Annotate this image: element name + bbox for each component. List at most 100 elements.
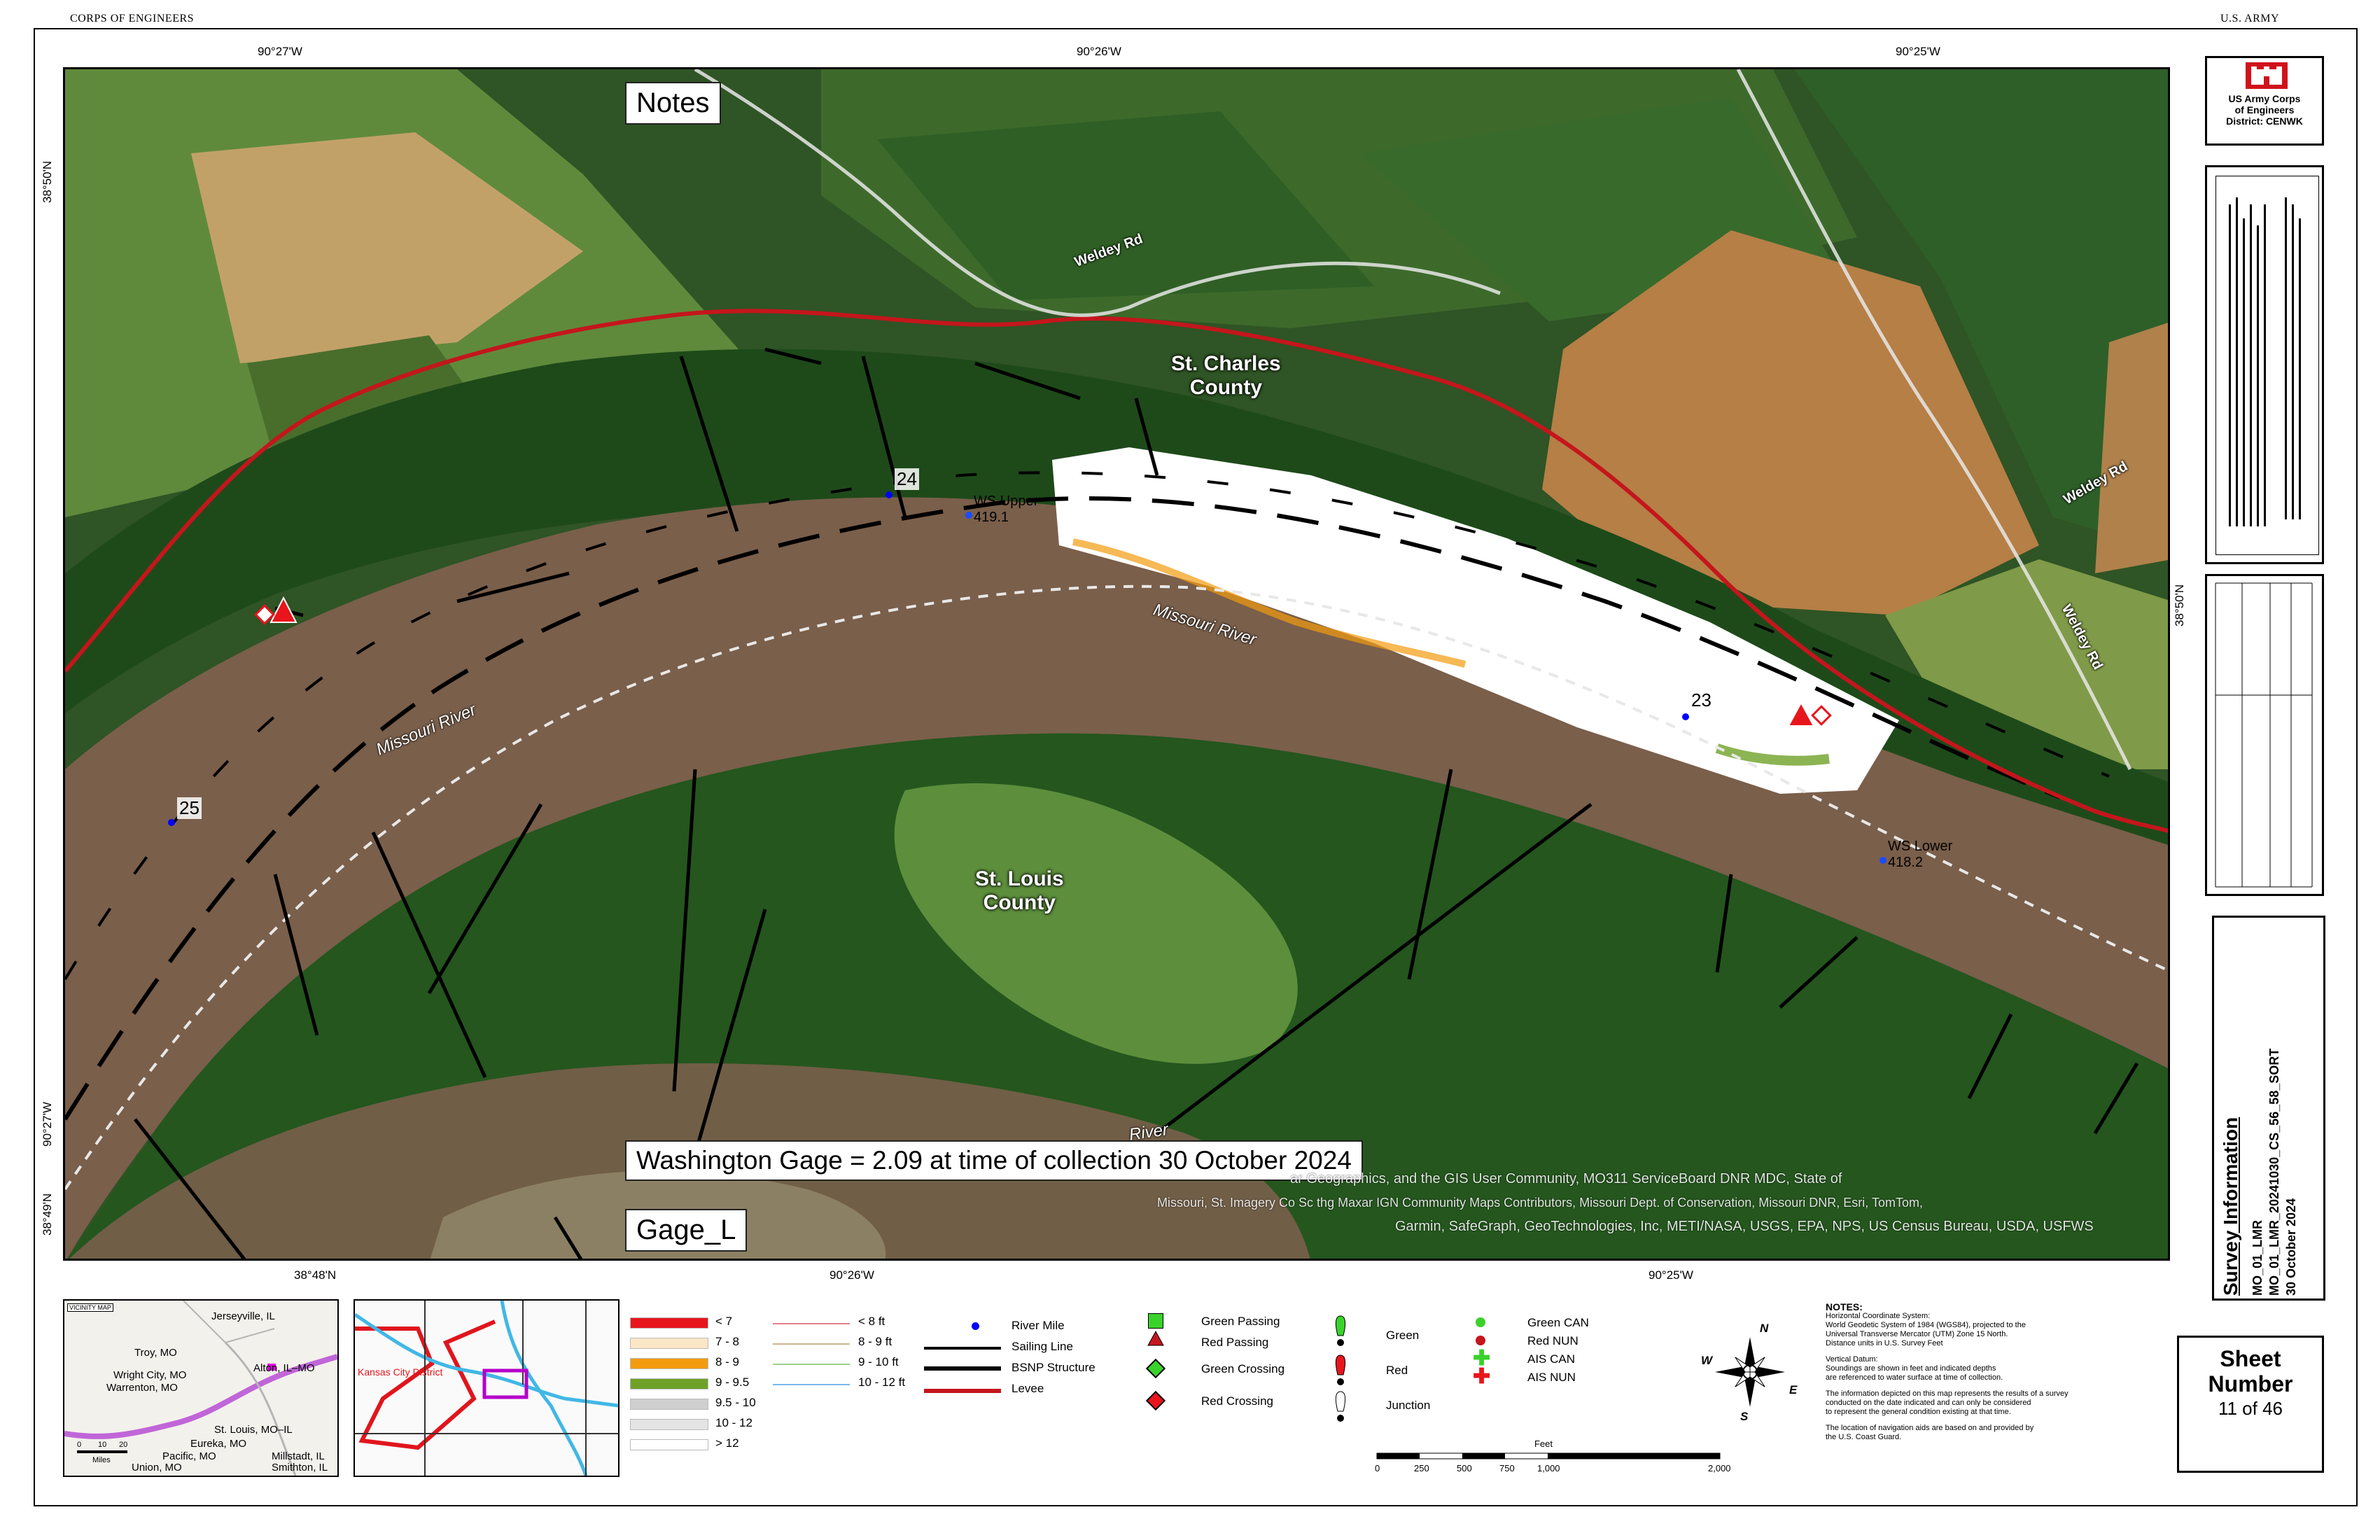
levee-symbol: [924, 1389, 1001, 1393]
junction-light-icon: [1335, 1391, 1346, 1422]
gage-ws-upper-name: WS Upper: [974, 493, 1039, 509]
coord-top-1: 90°27'W: [258, 45, 302, 58]
red-light-icon: [1335, 1354, 1346, 1385]
county-st-louis-line2: County: [983, 891, 1056, 914]
contour-swatch: [773, 1343, 850, 1345]
feature-bsnp: BSNP Structure: [1011, 1361, 1096, 1374]
river-mile-25: 25: [177, 797, 202, 819]
sheet-number-panel: Sheet Number 11 of 46: [2177, 1336, 2324, 1473]
compass-s: S: [1740, 1410, 1749, 1423]
town-alton: Alton, IL–MO: [253, 1362, 315, 1374]
gage-label: Gage_L: [625, 1209, 748, 1252]
notes-line: to represent the general condition exist…: [1826, 1408, 2011, 1416]
coord-bottom-2: 90°26'W: [830, 1268, 874, 1282]
contour-swatch: [773, 1323, 850, 1324]
coord-left-1: 38°50'N: [41, 160, 54, 203]
river-mile-23: 23: [1689, 690, 1714, 711]
depth-label: 8 - 9: [715, 1355, 740, 1368]
town-pacific: Pacific, MO: [162, 1450, 216, 1462]
feature-river-mile: River Mile: [1011, 1319, 1065, 1332]
attribution-line-2: Missouri, St. Imagery Co Sc thg Maxar IG…: [1157, 1196, 1923, 1210]
coord-bottom-3: 90°25'W: [1648, 1268, 1693, 1282]
town-wright-city: Wright City, MO: [113, 1369, 187, 1381]
coord-left-2: 90°27'W: [41, 1102, 54, 1147]
notes-line: conducted on the date indicated and can …: [1826, 1399, 2031, 1407]
county-st-charles-line1: St. Charles: [1171, 352, 1281, 375]
depth-swatch: [630, 1317, 708, 1329]
compass-e: E: [1789, 1383, 1798, 1396]
contour-label: < 8 ft: [858, 1315, 886, 1328]
river-mile-symbol: [972, 1322, 979, 1330]
map-frame[interactable]: Notes Gage_L Washington Gage = 2.09 at t…: [63, 67, 2170, 1261]
revision-table: [2215, 582, 2313, 888]
contour-label: 10 - 12 ft: [858, 1376, 906, 1389]
scale-bar: [1376, 1452, 1721, 1460]
notes-block: NOTES: Horizontal Coordinate System: Worl…: [1826, 1302, 2106, 1442]
depth-label: 9 - 9.5: [715, 1376, 750, 1389]
notes-line: Soundings are shown in feet and indicate…: [1826, 1364, 1996, 1373]
red-crossing-icon: [1145, 1390, 1166, 1411]
nav-red-passing: Red Passing: [1201, 1336, 1269, 1349]
depth-swatch: [630, 1399, 708, 1410]
survey-line-2: MO_01_LMR_20241030_CS_56_58_SORT: [2267, 1048, 2281, 1296]
gage-ws-lower-value: 418.2: [1888, 855, 1924, 870]
vicinity-scale-unit: Miles: [92, 1456, 111, 1464]
county-st-charles-line2: County: [1189, 376, 1263, 399]
vicinity-scale-0: 0: [77, 1441, 82, 1449]
contour-label: 8 - 9 ft: [858, 1335, 892, 1348]
town-millstadt: Millstadt, IL: [272, 1450, 325, 1462]
depth-swatch: [630, 1419, 708, 1430]
nav-green-crossing: Green Crossing: [1201, 1362, 1285, 1376]
light-green: Green: [1386, 1329, 1420, 1342]
compass-rose-icon: [1715, 1337, 1785, 1407]
depth-label: 9.5 - 10: [715, 1396, 756, 1409]
header-left: CORPS OF ENGINEERS: [70, 13, 195, 24]
town-st-louis: St. Louis, MO–IL: [214, 1424, 293, 1436]
compass-n: N: [1760, 1322, 1769, 1335]
notes-line: the U.S. Coast Guard.: [1826, 1433, 1902, 1441]
red-nun-icon: [1476, 1336, 1485, 1345]
town-union: Union, MO: [132, 1462, 182, 1474]
compass-w: W: [1701, 1354, 1713, 1367]
scale-unit: Feet: [1534, 1438, 1553, 1449]
town-smithton: Smithton, IL: [272, 1462, 328, 1474]
notes-line: [1826, 1382, 2106, 1390]
district-map-graphic: [355, 1301, 618, 1476]
depth-label: > 12: [715, 1436, 739, 1450]
bsnp-symbol: [924, 1366, 1001, 1371]
green-crossing-icon: [1145, 1358, 1166, 1379]
contour-swatch: [773, 1384, 850, 1385]
notes-line: The information depicted on this map rep…: [1826, 1390, 2068, 1398]
sheet-value: 11 of 46: [2218, 1398, 2283, 1419]
ais-green-can: Green CAN: [1527, 1316, 1589, 1329]
vicinity-scale-10: 10: [98, 1441, 107, 1449]
survey-heading: Survey Information: [2220, 1116, 2241, 1296]
ais-nun-icon: ✚: [1473, 1365, 1491, 1388]
district-label: Kansas City District: [358, 1366, 443, 1378]
scale-tick-250: 250: [1414, 1463, 1429, 1474]
red-passing-icon: [1147, 1330, 1164, 1346]
disclaimer-panel: [2205, 165, 2324, 564]
notes-line: Horizontal Coordinate System:: [1826, 1312, 1931, 1320]
green-passing-icon: [1148, 1313, 1163, 1329]
coord-right-1: 38°50'N: [2173, 584, 2186, 626]
notes-line: [1826, 1417, 2106, 1424]
revision-panel: [2205, 574, 2324, 896]
coord-top-2: 90°26'W: [1077, 45, 1121, 58]
feature-levee: Levee: [1011, 1382, 1044, 1395]
light-red: Red: [1386, 1364, 1408, 1377]
county-st-louis: St. Louis County: [975, 867, 1064, 915]
gage-banner: Washington Gage = 2.09 at time of collec…: [625, 1140, 1363, 1181]
depth-label: 10 - 12: [715, 1416, 752, 1429]
town-jerseyville: Jerseyville, IL: [211, 1310, 275, 1322]
vicinity-scale-20: 20: [119, 1441, 128, 1449]
ais-can: AIS CAN: [1527, 1352, 1576, 1366]
sailing-line-symbol: [924, 1347, 1001, 1350]
depth-swatch: [630, 1358, 708, 1369]
vicinity-title: VICINITY MAP: [67, 1303, 113, 1312]
header-right: U.S. ARMY: [2220, 13, 2280, 24]
castle-icon: [2246, 62, 2288, 89]
notes-line: Distance units in U.S. Survey Feet: [1826, 1339, 1943, 1348]
ais-nun: AIS NUN: [1527, 1371, 1576, 1384]
scale-tick-500: 500: [1457, 1463, 1472, 1474]
